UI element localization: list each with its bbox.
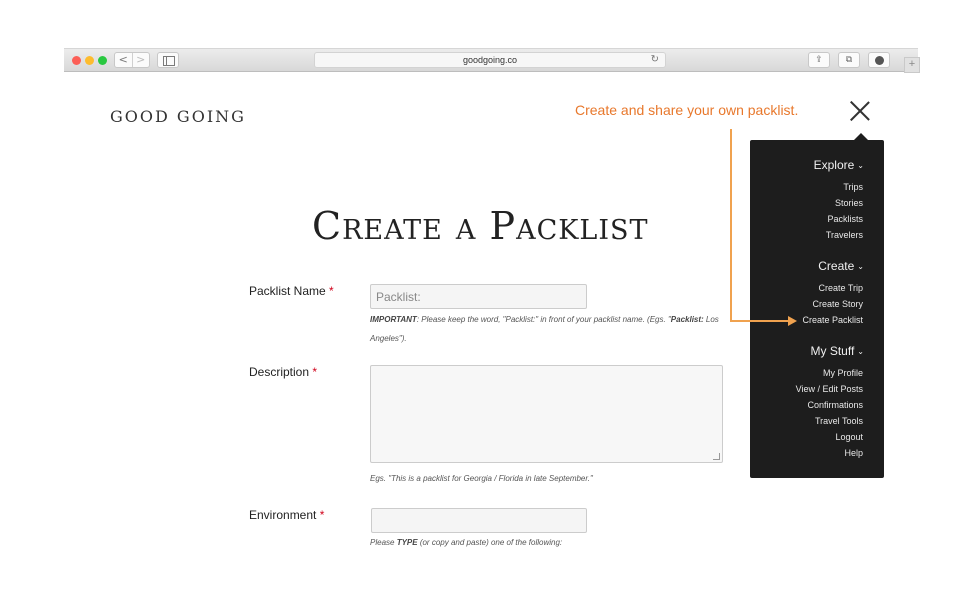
- packlist-name-label: Packlist Name *: [249, 284, 334, 298]
- share-icon[interactable]: ⇪: [808, 52, 830, 68]
- required-marker: *: [312, 365, 318, 379]
- menu-item-travel-tools[interactable]: Travel Tools: [815, 416, 863, 426]
- sidebar-toggle-icon[interactable]: [157, 52, 179, 68]
- zoom-window-button[interactable]: [98, 56, 107, 65]
- close-icon[interactable]: [849, 100, 871, 122]
- environment-input[interactable]: [371, 508, 587, 533]
- tabs-overview-icon[interactable]: ⧉: [838, 52, 860, 68]
- menu-item-logout[interactable]: Logout: [835, 432, 863, 442]
- site-logo[interactable]: GOOD GOING: [110, 107, 246, 126]
- packlist-name-input[interactable]: Packlist:: [370, 284, 587, 309]
- help-text-end: (or copy and paste) one of the following…: [417, 538, 563, 547]
- menu-item-help[interactable]: Help: [844, 448, 863, 458]
- required-marker: *: [329, 284, 334, 298]
- help-text-line2: Angeles").: [370, 334, 407, 343]
- menu-item-trips[interactable]: Trips: [843, 182, 863, 192]
- new-tab-button[interactable]: +: [904, 57, 920, 73]
- menu-item-my-profile[interactable]: My Profile: [823, 368, 863, 378]
- chevron-down-icon: ⌄: [857, 161, 864, 170]
- environment-help: Please TYPE (or copy and paste) one of t…: [370, 533, 562, 552]
- close-window-button[interactable]: [72, 56, 81, 65]
- input-placeholder: Packlist:: [376, 290, 421, 304]
- heading-label: My Stuff: [810, 344, 855, 358]
- chevron-down-icon: ⌄: [857, 347, 864, 356]
- help-example-bold: Packlist:: [670, 315, 704, 324]
- minimize-window-button[interactable]: [85, 56, 94, 65]
- history-nav: < >: [114, 52, 150, 68]
- description-help: Egs. "This is a packlist for Georgia / F…: [370, 474, 593, 483]
- menu-item-view-edit-posts[interactable]: View / Edit Posts: [796, 384, 863, 394]
- required-marker: *: [319, 508, 325, 522]
- menu-item-create-trip[interactable]: Create Trip: [818, 283, 863, 293]
- annotation-callout: Create and share your own packlist.: [575, 102, 799, 118]
- arrow-right-icon: [788, 316, 797, 326]
- page-title: Create a Packlist: [312, 204, 649, 248]
- forward-button[interactable]: >: [131, 53, 150, 67]
- url-text: goodgoing.co: [462, 55, 518, 65]
- back-button[interactable]: <: [115, 53, 132, 67]
- heading-label: Create: [818, 259, 855, 273]
- menu-item-stories[interactable]: Stories: [835, 198, 863, 208]
- menu-item-confirmations[interactable]: Confirmations: [807, 400, 863, 410]
- label-text: Description: [249, 365, 310, 379]
- environment-label: Environment *: [249, 508, 324, 522]
- important-label: IMPORTANT: [370, 315, 417, 324]
- address-bar[interactable]: goodgoing.co ↻: [314, 52, 666, 68]
- help-type-bold: TYPE: [396, 538, 418, 547]
- annotation-arrow-line: [730, 129, 732, 322]
- label-text: Environment: [249, 508, 317, 522]
- menu-item-create-packlist[interactable]: Create Packlist: [802, 315, 863, 325]
- menu-item-travelers[interactable]: Travelers: [826, 230, 863, 240]
- downloads-icon[interactable]: [868, 52, 890, 68]
- menu-item-create-story[interactable]: Create Story: [812, 299, 863, 309]
- help-text-end: Los: [703, 315, 719, 324]
- reload-icon[interactable]: ↻: [651, 53, 659, 67]
- menu-heading-my-stuff[interactable]: My Stuff ⌄: [811, 344, 865, 358]
- menu-heading-create[interactable]: Create ⌄: [818, 259, 864, 273]
- chevron-down-icon: ⌄: [857, 262, 864, 271]
- annotation-arrow-line: [730, 320, 790, 322]
- menu-item-packlists[interactable]: Packlists: [827, 214, 863, 224]
- description-textarea[interactable]: [370, 365, 723, 463]
- packlist-name-help: IMPORTANT: Please keep the word, "Packli…: [370, 310, 730, 348]
- browser-toolbar: < > goodgoing.co ↻ ⇪ ⧉ +: [64, 48, 920, 73]
- help-text: : Please keep the word, "Packlist:" in f…: [416, 315, 671, 324]
- nav-dropdown-panel: Explore ⌄ Trips Stories Packlists Travele…: [750, 133, 884, 478]
- menu-heading-explore[interactable]: Explore ⌄: [814, 158, 864, 172]
- label-text: Packlist Name: [249, 284, 326, 298]
- description-label: Description *: [249, 365, 317, 379]
- heading-label: Explore: [813, 158, 855, 172]
- help-text: Please: [370, 538, 397, 547]
